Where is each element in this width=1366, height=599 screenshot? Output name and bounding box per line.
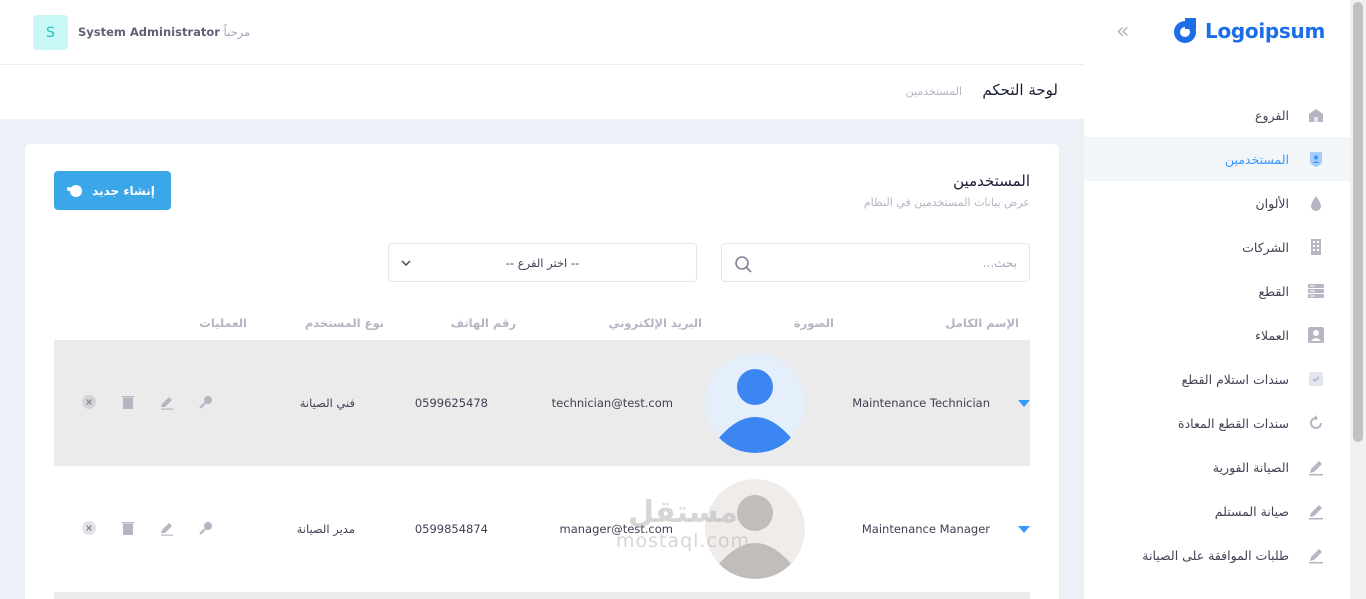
edit-icon[interactable] [159,520,175,536]
trash-icon[interactable] [120,394,136,410]
col-full-name[interactable]: الإسم الكامل [946,316,1020,330]
page-title: لوحة التحكم [982,81,1058,99]
check-doc-icon [1307,370,1325,388]
user-name[interactable]: System Administrator [78,25,220,39]
sidebar: « Logoipsum الفروع المستخدمين الألوان ال… [1084,0,1350,599]
pencil-icon [1307,546,1325,564]
watermark: مستقل mostaql.com [603,495,763,552]
trash-icon[interactable] [120,520,136,536]
pencil-icon [1307,502,1325,520]
card-subtitle: عرض بيانات المستخدمين في النظام [863,196,1030,209]
sidebar-item-returned-parts[interactable]: سندات القطع المعادة [1084,401,1350,445]
sidebar-item-label: طلبات الموافقة على الصيانة [1142,547,1289,563]
expand-row-icon[interactable] [1018,400,1030,407]
create-new-label: إنشاء جديد [92,183,155,198]
search-input[interactable] [767,255,1017,270]
sidebar-item-instant-maintenance[interactable]: الصيانة الفورية [1084,445,1350,489]
branch-select[interactable]: -- اختر الفرع -- [388,243,697,282]
cell-email: technician@test.com [551,396,673,410]
chevron-down-icon [401,260,411,266]
refresh-icon [1307,414,1325,432]
view-icon[interactable] [198,394,214,410]
col-phone[interactable]: رقم الهاتف [451,316,516,330]
cell-user-type: مدير الصيانة [296,522,355,536]
sidebar-item-branches[interactable]: الفروع [1084,93,1350,137]
avatar-placeholder-icon [705,353,805,453]
user-avatar[interactable]: S [33,15,68,50]
sidebar-item-maintenance-approvals[interactable]: طلبات الموافقة على الصيانة [1084,533,1350,577]
sidebar-item-label: سندات استلام القطع [1181,371,1289,387]
page-scrollbar[interactable] [1350,0,1366,599]
table-row[interactable] [54,592,1030,599]
sidebar-item-label: المستخدمين [1224,151,1289,167]
sidebar-item-companies[interactable]: الشركات [1084,225,1350,269]
sidebar-item-label: القطع [1258,283,1289,299]
collapse-sidebar-icon[interactable]: « [1116,21,1140,44]
brand-logo[interactable]: Logoipsum [1171,17,1325,45]
sidebar-item-label: صيانة المستلم [1214,503,1289,519]
delete-circle-icon[interactable] [81,394,97,410]
sidebar-item-label: الصيانة الفورية [1212,459,1289,475]
col-actions: العمليات [199,316,247,330]
create-new-button[interactable]: إنشاء جديد [54,171,171,210]
cell-full-name: Maintenance Manager [861,522,990,536]
edit-icon[interactable] [159,394,175,410]
breadcrumb[interactable]: المستخدمين [906,85,962,98]
sidebar-item-parts-receipts[interactable]: سندات استلام القطع [1084,357,1350,401]
building-icon [1307,238,1325,256]
server-icon [1307,282,1325,300]
cell-phone: 0599854874 [414,522,488,536]
col-email[interactable]: البريد الإلكتروني [608,316,702,330]
user-photo [705,353,805,453]
user-shield-icon [1307,150,1325,168]
branch-select-value: -- اختر الفرع -- [505,255,580,270]
table-row[interactable]: Maintenance Manager manager@test.com 059… [54,466,1030,592]
sidebar-item-received-maintenance[interactable]: صيانة المستلم [1084,489,1350,533]
expand-row-icon[interactable] [1018,526,1030,533]
scrollbar-thumb[interactable] [1353,2,1363,442]
sidebar-item-label: الفروع [1255,107,1289,123]
col-photo[interactable]: الصورة [794,316,834,330]
cell-full-name: Maintenance Technician [852,396,990,410]
cell-user-type: فني الصيانة [299,396,355,410]
watermark-latin: mostaql.com [615,530,751,552]
card-title: المستخدمين [953,172,1030,190]
sidebar-item-label: سندات القطع المعادة [1178,415,1289,431]
sidebar-item-label: العملاء [1255,327,1289,343]
watermark-arabic: مستقل [628,495,738,530]
home-icon [1307,106,1325,124]
col-user-type[interactable]: نوع المستخدم [305,316,384,330]
logo-text: Logoipsum [1205,19,1325,43]
search-icon [735,256,752,273]
add-icon [67,184,83,197]
user-card-icon [1307,326,1325,344]
drop-icon [1307,194,1325,212]
greeting-text: مرحباً [223,25,251,39]
row-actions [81,394,214,410]
pencil-icon [1307,458,1325,476]
table-row[interactable]: Maintenance Technician technician@test.c… [54,340,1030,466]
user-greeting: مرحباً System Administrator [78,25,250,39]
sidebar-nav: الفروع المستخدمين الألوان الشركات القطع … [1084,93,1350,577]
cell-phone: 0599625478 [414,396,488,410]
delete-circle-icon[interactable] [81,520,97,536]
sidebar-item-parts[interactable]: القطع [1084,269,1350,313]
row-actions [81,520,214,536]
view-icon[interactable] [198,520,214,536]
top-header: S مرحباً System Administrator [0,0,1084,65]
sidebar-item-users[interactable]: المستخدمين [1084,137,1350,181]
subheader: لوحة التحكم المستخدمين [0,65,1084,119]
search-box[interactable] [721,243,1030,282]
sidebar-item-label: الألوان [1255,195,1289,211]
sidebar-item-customers[interactable]: العملاء [1084,313,1350,357]
sidebar-item-colors[interactable]: الألوان [1084,181,1350,225]
logo-mark-icon [1174,18,1196,43]
sidebar-item-label: الشركات [1242,239,1289,255]
users-card: المستخدمين عرض بيانات المستخدمين في النظ… [25,144,1059,599]
